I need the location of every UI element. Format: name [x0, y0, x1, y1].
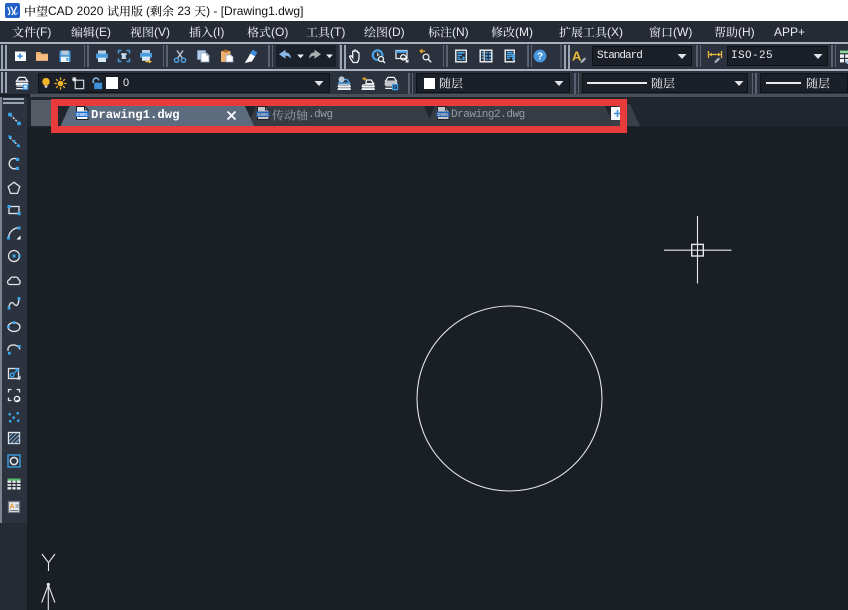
svg-text:A: A [9, 503, 14, 510]
svg-text:?: ? [537, 52, 543, 63]
svg-text:A: A [572, 49, 582, 64]
